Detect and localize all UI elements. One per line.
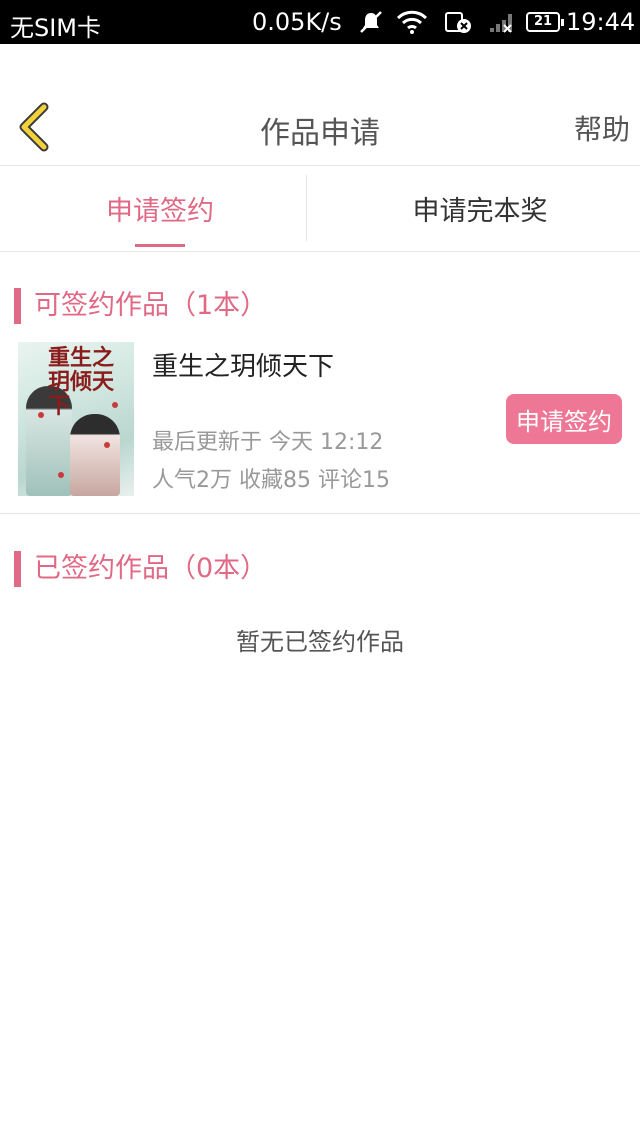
signable-section-heading: 可签约作品（1本）: [14, 288, 267, 324]
mute-bell-icon: [358, 10, 384, 40]
tab-apply-completion-award[interactable]: 申请完本奖: [320, 167, 640, 251]
tab-apply-sign[interactable]: 申请签约: [0, 167, 320, 251]
book-title: 重生之玥倾天下: [152, 352, 335, 382]
book-last-updated: 最后更新于 今天 12:12: [152, 430, 384, 455]
help-link[interactable]: 帮助: [574, 108, 630, 148]
signed-section-heading: 已签约作品（0本）: [14, 551, 267, 587]
cover-title: 重生之玥倾天下: [48, 345, 115, 419]
wifi-icon: [396, 10, 428, 40]
status-bar: 无SIM卡 0.05K/s 21 19:44: [0, 0, 640, 44]
signal-icon: [488, 10, 518, 40]
cover-petal: [58, 472, 64, 478]
book-cover: 重生之玥倾天下: [18, 342, 134, 496]
page-title: 作品申请: [260, 116, 380, 151]
tab-bar: 申请签约 申请完本奖: [0, 167, 640, 252]
network-speed: 0.05K/s: [252, 8, 342, 36]
cover-figure: [70, 414, 120, 496]
apply-sign-button[interactable]: 申请签约: [506, 394, 622, 444]
cover-petal: [104, 442, 110, 448]
app-header: 作品申请 帮助: [0, 44, 640, 166]
tab-divider: [306, 175, 307, 241]
book-list-item[interactable]: 重生之玥倾天下 重生之玥倾天下 最后更新于 今天 12:12 人气2万 收藏85…: [0, 338, 640, 514]
empty-state-text: 暂无已签约作品: [236, 628, 404, 656]
clock: 19:44: [566, 8, 636, 36]
carrier-text: 无SIM卡: [10, 14, 102, 42]
cover-petal: [38, 412, 44, 418]
book-stats: 人气2万 收藏85 评论15: [152, 468, 390, 493]
battery-icon: 21: [526, 12, 564, 32]
sim-error-icon: [444, 10, 474, 40]
